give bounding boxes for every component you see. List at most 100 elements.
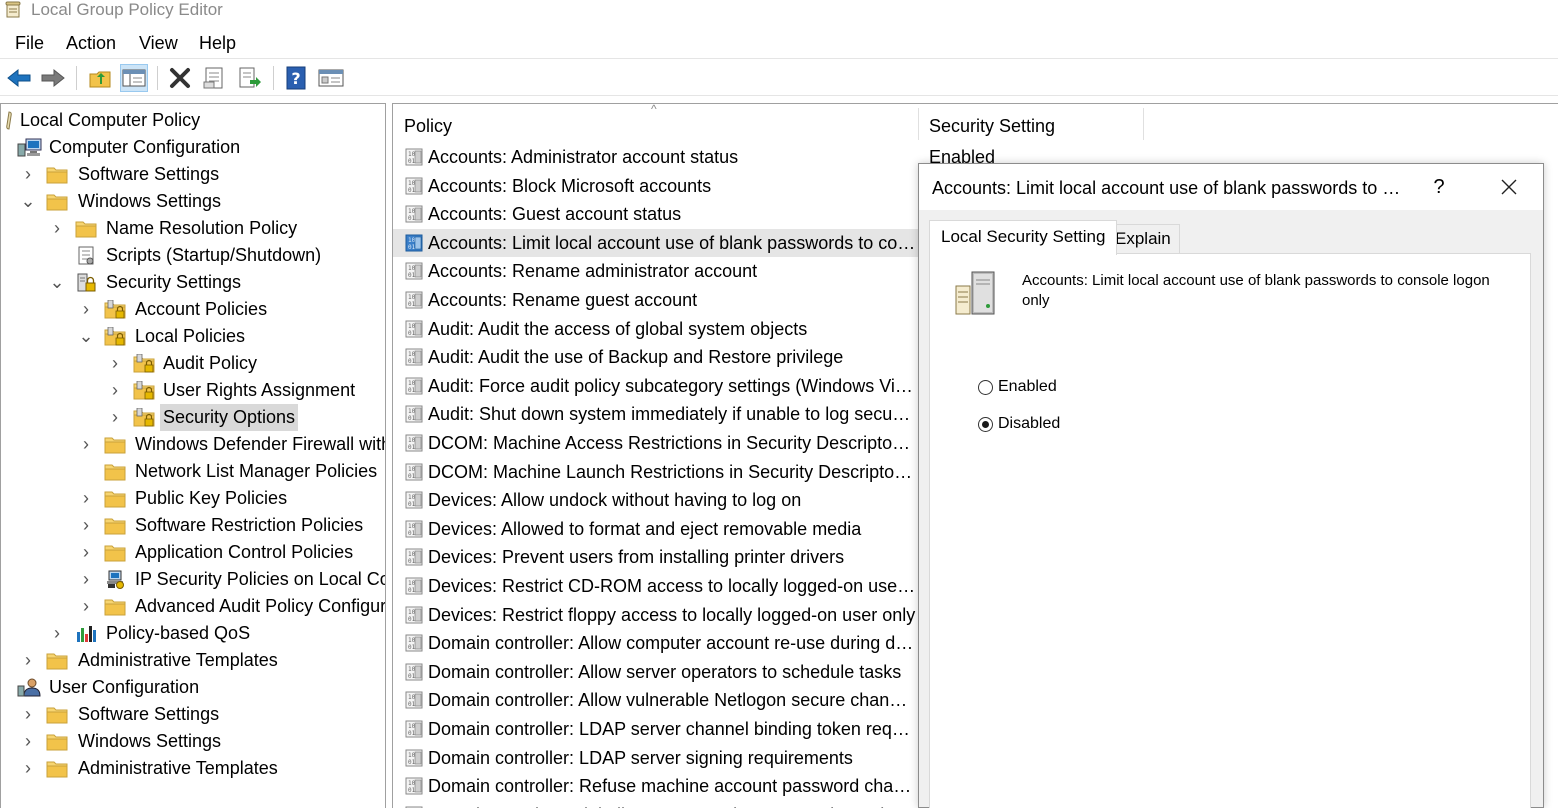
- dialog-title-bar[interactable]: Accounts: Limit local account use of bla…: [919, 164, 1543, 210]
- column-header-security-setting[interactable]: Security Setting: [929, 104, 1055, 144]
- policy-properties-dialog: Accounts: Limit local account use of bla…: [918, 163, 1544, 808]
- toolbar-separator: [157, 66, 158, 90]
- policy-description: Accounts: Limit local account use of bla…: [1022, 272, 1490, 309]
- expand-chevron-icon[interactable]: ›: [50, 215, 64, 242]
- policy-row[interactable]: Audit: Audit the use of Backup and Resto…: [393, 343, 919, 371]
- menu-view[interactable]: View: [139, 32, 178, 54]
- policy-row[interactable]: Devices: Allow undock without having to …: [393, 486, 919, 514]
- expand-chevron-icon[interactable]: ›: [79, 512, 93, 539]
- locked-folder-icon: [133, 408, 155, 427]
- policy-row[interactable]: Audit: Shut down system immediately if u…: [393, 400, 919, 428]
- menu-bar: File Action View Help: [0, 29, 1558, 57]
- policy-row[interactable]: Domain controller: Refuse machine accoun…: [393, 772, 919, 800]
- policy-setting-icon: [405, 291, 423, 309]
- expand-chevron-icon[interactable]: ›: [79, 539, 93, 566]
- policy-setting-icon: [405, 434, 423, 452]
- option-enabled[interactable]: Enabled: [978, 376, 1057, 398]
- sort-ascending-icon: ^: [651, 103, 657, 116]
- expand-chevron-icon[interactable]: ›: [50, 620, 64, 647]
- expand-chevron-icon[interactable]: ›: [79, 296, 93, 323]
- policy-name: Accounts: Limit local account use of bla…: [428, 232, 916, 253]
- folder-icon: [104, 435, 126, 454]
- console-tree[interactable]: Local Computer Policy Computer Configura…: [0, 103, 386, 808]
- disabled-radio[interactable]: [978, 416, 993, 432]
- policy-row[interactable]: Accounts: Guest account status: [393, 200, 919, 228]
- help-icon: ?: [286, 66, 306, 90]
- policy-name: Devices: Restrict floppy access to local…: [428, 604, 916, 625]
- column-separator[interactable]: [1143, 108, 1144, 140]
- extended-view-button[interactable]: [317, 64, 345, 92]
- column-separator[interactable]: [918, 108, 919, 140]
- policy-row[interactable]: Accounts: Block Microsoft accounts: [393, 172, 919, 200]
- policy-row[interactable]: DCOM: Machine Access Restrictions in Sec…: [393, 429, 919, 457]
- expand-chevron-icon[interactable]: ›: [21, 755, 35, 782]
- menu-action[interactable]: Action: [66, 32, 116, 54]
- policy-row[interactable]: Devices: Allowed to format and eject rem…: [393, 515, 919, 543]
- policy-row[interactable]: Domain controller: LDAP server signing r…: [393, 744, 919, 772]
- properties-icon: [203, 67, 223, 89]
- back-button[interactable]: [5, 64, 33, 92]
- tab-local-security-setting[interactable]: Local Security Setting: [929, 220, 1118, 255]
- collapse-chevron-icon[interactable]: ⌄: [49, 269, 64, 296]
- expand-chevron-icon[interactable]: ›: [79, 593, 93, 620]
- expand-chevron-icon[interactable]: ›: [108, 404, 122, 431]
- policy-row[interactable]: Devices: Restrict floppy access to local…: [393, 601, 919, 629]
- locked-folder-icon: [133, 354, 155, 373]
- expand-chevron-icon[interactable]: ›: [79, 485, 93, 512]
- properties-button[interactable]: [200, 64, 228, 92]
- delete-button[interactable]: [166, 64, 194, 92]
- policy-row[interactable]: Accounts: Limit local account use of bla…: [393, 228, 919, 257]
- policy-row[interactable]: Accounts: Rename administrator account: [393, 257, 919, 285]
- menu-help[interactable]: Help: [199, 32, 236, 54]
- policy-row[interactable]: Devices: Restrict CD-ROM access to local…: [393, 572, 919, 600]
- help-button[interactable]: ?: [1424, 174, 1454, 200]
- policy-row[interactable]: Audit: Audit the access of global system…: [393, 315, 919, 343]
- expand-chevron-icon[interactable]: ›: [21, 161, 35, 188]
- policy-name: Accounts: Guest account status: [428, 204, 682, 225]
- toolbar: ?: [0, 58, 1558, 96]
- show-hide-console-tree-button[interactable]: [120, 64, 148, 92]
- option-disabled[interactable]: Disabled: [978, 413, 1060, 435]
- policy-name: Accounts: Rename administrator account: [428, 261, 758, 282]
- policy-row[interactable]: Domain member: Digitally encrypt or sign…: [393, 801, 919, 808]
- scroll-icon: [6, 111, 12, 130]
- menu-file[interactable]: File: [15, 32, 44, 54]
- expand-chevron-icon[interactable]: ›: [21, 728, 35, 755]
- expand-chevron-icon[interactable]: ›: [21, 647, 35, 674]
- expand-chevron-icon[interactable]: ›: [79, 431, 93, 458]
- close-button[interactable]: [1489, 172, 1529, 202]
- up-one-level-button[interactable]: [86, 64, 114, 92]
- expand-chevron-icon[interactable]: ›: [79, 566, 93, 593]
- policy-row[interactable]: Domain controller: Allow computer accoun…: [393, 629, 919, 657]
- folder-icon: [104, 489, 126, 508]
- computer-icon: [17, 138, 42, 157]
- policy-row[interactable]: Audit: Force audit policy subcategory se…: [393, 372, 919, 400]
- folder-icon: [46, 705, 68, 724]
- disabled-label: Disabled: [998, 415, 1061, 432]
- policy-row[interactable]: Domain controller: Allow server operator…: [393, 658, 919, 686]
- policy-row[interactable]: Accounts: Rename guest account: [393, 286, 919, 314]
- policy-name: Domain controller: LDAP server signing r…: [428, 747, 853, 768]
- folder-icon: [104, 516, 126, 535]
- up-folder-icon: [89, 71, 111, 88]
- policy-row[interactable]: DCOM: Machine Launch Restrictions in Sec…: [393, 458, 919, 486]
- policy-row[interactable]: Accounts: Administrator account status: [393, 143, 919, 171]
- policy-name: Devices: Restrict CD-ROM access to local…: [428, 576, 916, 596]
- export-list-button[interactable]: [236, 64, 264, 92]
- column-header-policy[interactable]: Policy: [404, 104, 452, 144]
- expand-chevron-icon[interactable]: ›: [108, 377, 122, 404]
- help-button[interactable]: ?: [282, 64, 310, 92]
- policy-setting-icon: [405, 720, 423, 738]
- collapse-chevron-icon[interactable]: ⌄: [20, 188, 35, 215]
- policy-row[interactable]: Domain controller: Allow vulnerable Netl…: [393, 686, 919, 714]
- user-icon: [17, 678, 41, 697]
- expand-chevron-icon[interactable]: ›: [21, 701, 35, 728]
- delete-icon: [170, 68, 190, 88]
- back-arrow-icon: [7, 68, 31, 88]
- enabled-radio[interactable]: [978, 379, 993, 395]
- policy-row[interactable]: Devices: Prevent users from installing p…: [393, 543, 919, 571]
- forward-button[interactable]: [39, 64, 67, 92]
- collapse-chevron-icon[interactable]: ⌄: [78, 323, 93, 350]
- policy-row[interactable]: Domain controller: LDAP server channel b…: [393, 715, 919, 743]
- expand-chevron-icon[interactable]: ›: [108, 350, 122, 377]
